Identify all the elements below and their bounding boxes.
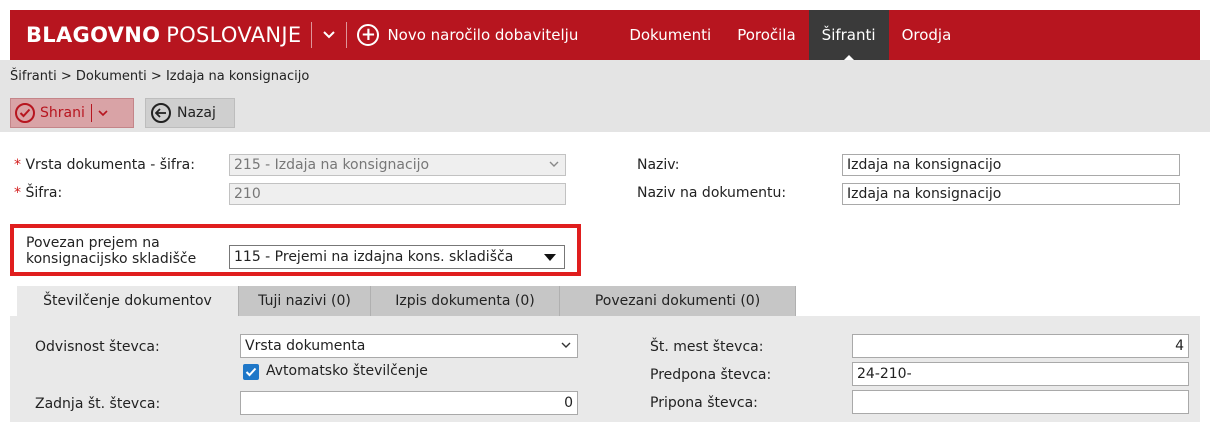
arrow-left-circle-icon: [151, 103, 171, 123]
tab-linked-documents[interactable]: Povezani dokumenti (0): [560, 286, 796, 316]
chevron-down-icon: [561, 338, 571, 355]
plus-circle-icon: +: [357, 24, 380, 46]
main-menu: Dokumenti Poročila Šifranti Orodja: [616, 10, 965, 61]
new-order-label: Novo naročilo dobavitelju: [387, 26, 579, 44]
new-order-button[interactable]: + Novo naročilo dobavitelju: [357, 24, 578, 46]
toolbar-band: Šifranti > Dokumenti > Izdaja na konsign…: [0, 60, 1210, 132]
counter-places-label: Št. mest števca:: [650, 339, 764, 355]
doc-name-input[interactable]: Izdaja na konsignacijo: [842, 183, 1180, 205]
nav-item-sifranti[interactable]: Šifranti: [808, 10, 889, 61]
nav-item-dokumenti[interactable]: Dokumenti: [616, 10, 724, 60]
nav-item-orodja[interactable]: Orodja: [889, 10, 965, 60]
triangle-down-icon: [544, 254, 556, 261]
code-field: 210: [229, 183, 566, 205]
back-label: Nazaj: [177, 105, 216, 121]
linked-receipt-select[interactable]: 115 - Prejemi na izdajna kons. skladišča: [229, 245, 565, 269]
app-brand[interactable]: BLAGOVNO POSLOVANJE: [10, 23, 301, 47]
counter-dependency-select[interactable]: Vrsta dokumenta: [240, 334, 578, 358]
breadcrumb: Šifranti > Dokumenti > Izdaja na konsign…: [10, 69, 310, 84]
chevron-down-icon[interactable]: [322, 30, 336, 40]
linked-receipt-label: Povezan prejem na konsignacijsko skladiš…: [26, 235, 197, 267]
save-divider: [90, 104, 92, 122]
tab-numbering[interactable]: Številčenje dokumentov: [17, 286, 239, 316]
doc-name-label: Naziv na dokumentu:: [637, 185, 787, 201]
check-circle-icon: [15, 103, 35, 123]
auto-numbering-checkbox[interactable]: [243, 364, 259, 380]
code-label: Šifra:: [14, 185, 62, 201]
save-label: Shrani: [40, 105, 85, 121]
last-counter-label: Zadnja št. števca:: [35, 396, 161, 412]
tab-document-print[interactable]: Izpis dokumenta (0): [371, 286, 560, 316]
name-input[interactable]: Izdaja na konsignacijo: [842, 154, 1180, 176]
brand-light: POSLOVANJE: [166, 23, 302, 47]
save-button[interactable]: Shrani: [10, 98, 134, 128]
save-chevron-down-icon[interactable]: [98, 105, 108, 121]
counter-dependency-label: Odvisnost števca:: [35, 339, 160, 355]
back-button[interactable]: Nazaj: [145, 98, 235, 128]
prefix-input[interactable]: 24-210-: [852, 362, 1189, 386]
last-counter-input[interactable]: 0: [240, 391, 578, 415]
auto-numbering-label: Avtomatsko številčenje: [266, 363, 428, 379]
tab-bar: Številčenje dokumentov Tuji nazivi (0) I…: [17, 286, 796, 316]
suffix-input[interactable]: [852, 390, 1189, 414]
doc-type-select: 215 - Izdaja na konsignacijo: [229, 154, 566, 176]
brand-divider: [311, 22, 313, 48]
name-label: Naziv:: [637, 157, 680, 173]
top-nav-bar: BLAGOVNO POSLOVANJE + Novo naročilo doba…: [10, 10, 1200, 61]
brand-divider-2: [346, 22, 348, 48]
brand-bold: BLAGOVNO: [26, 23, 161, 47]
chevron-down-icon: [549, 157, 559, 174]
nav-item-porocila[interactable]: Poročila: [724, 10, 808, 60]
tab-foreign-names[interactable]: Tuji nazivi (0): [239, 286, 371, 316]
suffix-label: Pripona števca:: [650, 395, 758, 411]
doc-type-label: Vrsta dokumenta - šifra:: [14, 157, 194, 173]
counter-places-input[interactable]: 4: [852, 334, 1189, 358]
prefix-label: Predpona števca:: [650, 367, 772, 383]
